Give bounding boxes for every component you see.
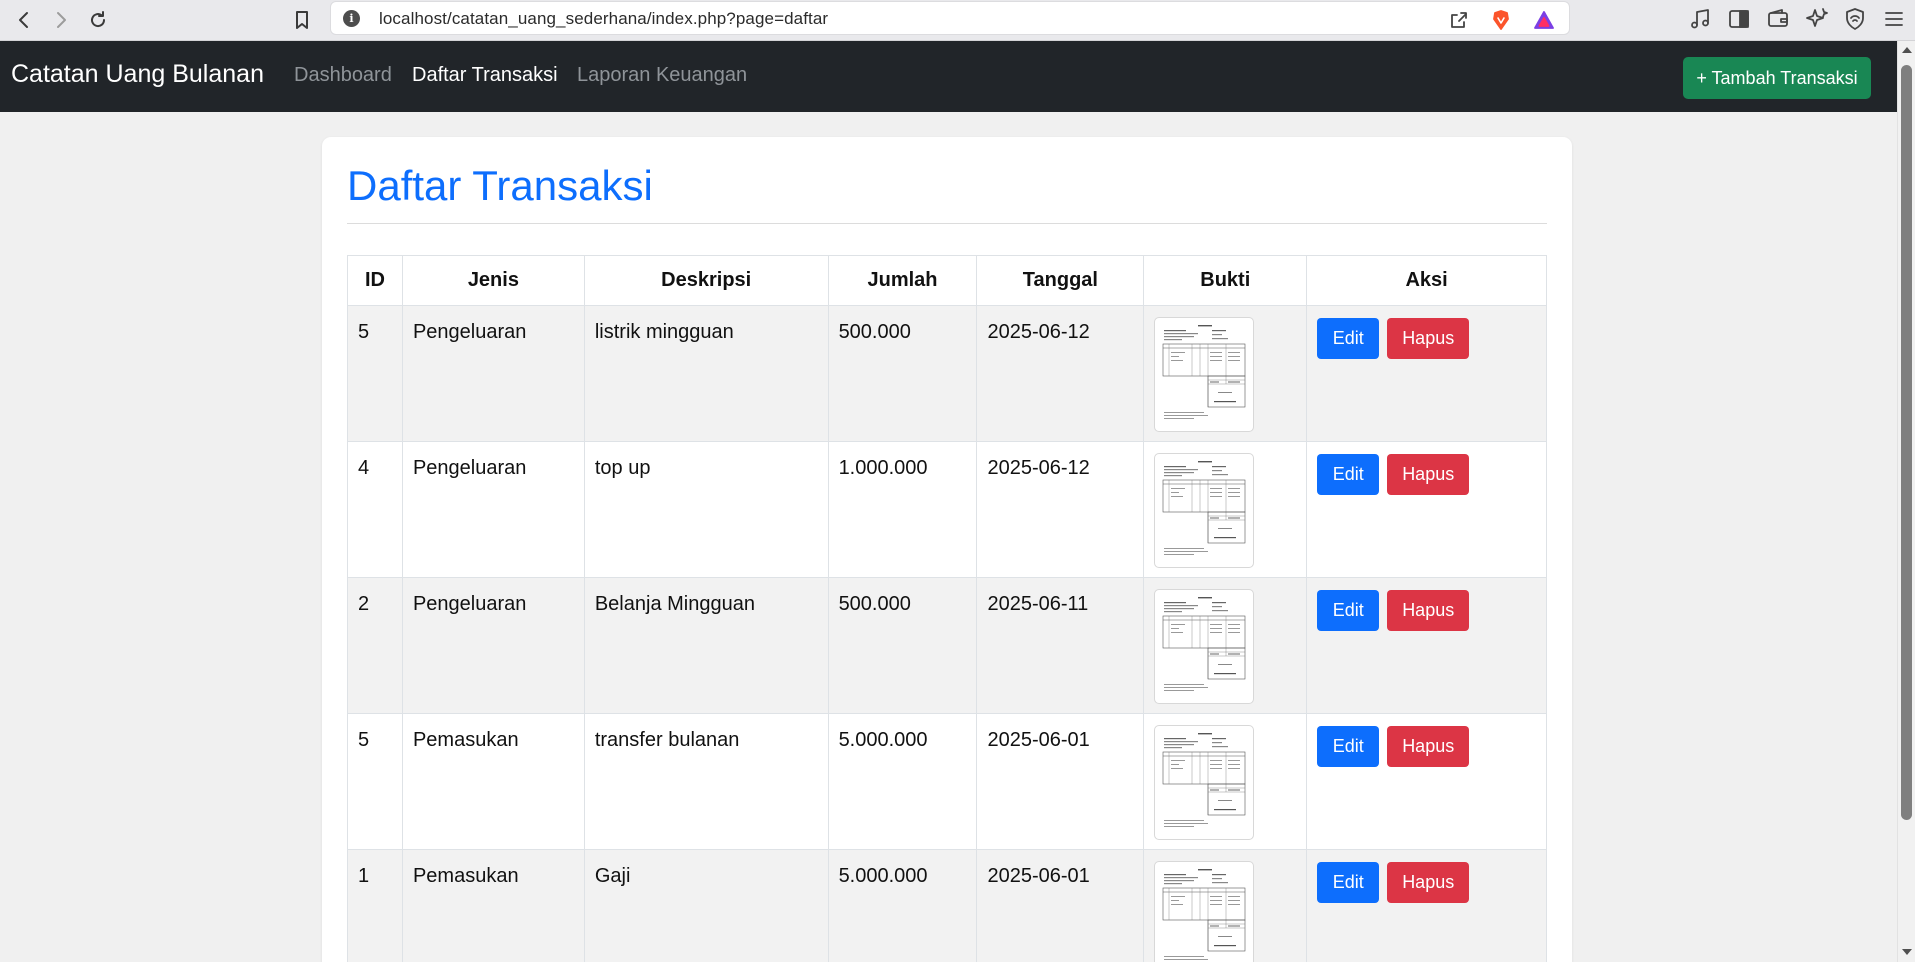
- cell-jumlah: 500.000: [827, 305, 978, 442]
- cell-id: 5: [347, 305, 403, 442]
- reload-icon[interactable]: [84, 6, 112, 34]
- app-brand[interactable]: Catatan Uang Bulanan: [11, 60, 264, 89]
- cell-bukti: [1143, 577, 1308, 714]
- cell-deskripsi: transfer bulanan: [583, 713, 829, 850]
- cell-id: 1: [347, 849, 403, 962]
- cell-jenis: Pengeluaran: [401, 577, 585, 714]
- table-row: 4 Pengeluaran top up 1.000.000 2025-06-1…: [347, 441, 1547, 578]
- browser-toolbar: i localhost/catatan_uang_sederhana/index…: [0, 0, 1915, 41]
- menu-icon[interactable]: [1882, 7, 1906, 31]
- col-header-aksi: Aksi: [1306, 255, 1547, 306]
- cell-deskripsi: listrik mingguan: [583, 305, 829, 442]
- cell-id: 2: [347, 577, 403, 714]
- back-icon[interactable]: [10, 6, 38, 34]
- scroll-down-arrow-icon[interactable]: [1902, 949, 1912, 955]
- delete-button[interactable]: Hapus: [1387, 318, 1470, 359]
- cell-jenis: Pemasukan: [401, 849, 585, 962]
- table-header-row: ID Jenis Deskripsi Jumlah Tanggal Bukti …: [347, 255, 1547, 306]
- wallet-icon[interactable]: [1766, 7, 1790, 31]
- cell-deskripsi: top up: [583, 441, 829, 578]
- cell-bukti: [1143, 713, 1308, 850]
- title-divider: [347, 223, 1547, 224]
- cell-bukti: [1143, 849, 1308, 962]
- receipt-thumbnail[interactable]: [1154, 317, 1255, 432]
- table-row: 5 Pengeluaran listrik mingguan 500.000 2…: [347, 305, 1547, 442]
- brave-shield-icon[interactable]: [1491, 10, 1511, 30]
- cell-jenis: Pengeluaran: [401, 441, 585, 578]
- cell-bukti: [1143, 441, 1308, 578]
- edit-button[interactable]: Edit: [1317, 726, 1380, 767]
- delete-button[interactable]: Hapus: [1387, 590, 1470, 631]
- receipt-thumbnail[interactable]: [1154, 453, 1255, 568]
- delete-button[interactable]: Hapus: [1387, 862, 1470, 903]
- address-bar[interactable]: i localhost/catatan_uang_sederhana/index…: [330, 1, 1570, 35]
- nav-link-dashboard[interactable]: Dashboard: [294, 64, 392, 87]
- cell-tanggal: 2025-06-11: [976, 577, 1145, 714]
- brave-rewards-icon[interactable]: [1534, 10, 1554, 30]
- bookmark-icon[interactable]: [288, 6, 316, 34]
- nav-link-laporan-keuangan[interactable]: Laporan Keuangan: [577, 64, 747, 87]
- cell-aksi: Edit Hapus: [1306, 441, 1547, 578]
- col-header-jumlah: Jumlah: [827, 255, 978, 306]
- cell-jenis: Pengeluaran: [401, 305, 585, 442]
- cell-jumlah: 500.000: [827, 577, 978, 714]
- page-scrollbar[interactable]: [1897, 41, 1915, 962]
- col-header-tanggal: Tanggal: [976, 255, 1145, 306]
- edit-button[interactable]: Edit: [1317, 318, 1380, 359]
- delete-button[interactable]: Hapus: [1387, 726, 1470, 767]
- col-header-id: ID: [347, 255, 403, 306]
- cell-aksi: Edit Hapus: [1306, 713, 1547, 850]
- sidebar-icon[interactable]: [1727, 7, 1751, 31]
- page-title: Daftar Transaksi: [347, 162, 653, 209]
- app-navbar: Catatan Uang Bulanan Dashboard Daftar Tr…: [0, 41, 1897, 112]
- receipt-thumbnail[interactable]: [1154, 861, 1255, 962]
- forward-icon[interactable]: [47, 6, 75, 34]
- delete-button[interactable]: Hapus: [1387, 454, 1470, 495]
- col-header-jenis: Jenis: [401, 255, 585, 306]
- scroll-up-arrow-icon[interactable]: [1902, 47, 1912, 53]
- cell-tanggal: 2025-06-12: [976, 305, 1145, 442]
- cell-bukti: [1143, 305, 1308, 442]
- add-transaction-button[interactable]: + Tambah Transaksi: [1683, 57, 1871, 99]
- leo-ai-icon[interactable]: [1805, 7, 1829, 31]
- col-header-bukti: Bukti: [1143, 255, 1308, 306]
- cell-deskripsi: Belanja Mingguan: [583, 577, 829, 714]
- receipt-image: [1160, 594, 1249, 699]
- table-row: 1 Pemasukan Gaji 5.000.000 2025-06-01 Ed…: [347, 849, 1547, 962]
- cell-id: 5: [347, 713, 403, 850]
- edit-button[interactable]: Edit: [1317, 862, 1380, 903]
- nav-link-daftar-transaksi[interactable]: Daftar Transaksi: [412, 64, 558, 87]
- site-info-icon[interactable]: i: [343, 10, 360, 27]
- cell-aksi: Edit Hapus: [1306, 849, 1547, 962]
- cell-tanggal: 2025-06-01: [976, 849, 1145, 962]
- transaction-card: Daftar Transaksi ID Jenis Deskripsi Juml…: [322, 137, 1572, 962]
- edit-button[interactable]: Edit: [1317, 590, 1380, 631]
- cell-aksi: Edit Hapus: [1306, 305, 1547, 442]
- url-text[interactable]: localhost/catatan_uang_sederhana/index.p…: [379, 9, 828, 29]
- receipt-image: [1160, 730, 1249, 835]
- vpn-icon[interactable]: [1843, 7, 1867, 31]
- cell-jenis: Pemasukan: [401, 713, 585, 850]
- edit-button[interactable]: Edit: [1317, 454, 1380, 495]
- receipt-thumbnail[interactable]: [1154, 725, 1255, 840]
- scroll-thumb[interactable]: [1901, 65, 1912, 820]
- transaction-table: ID Jenis Deskripsi Jumlah Tanggal Bukti …: [347, 255, 1547, 962]
- receipt-image: [1160, 322, 1249, 427]
- table-row: 2 Pengeluaran Belanja Mingguan 500.000 2…: [347, 577, 1547, 714]
- cell-deskripsi: Gaji: [583, 849, 829, 962]
- media-icon[interactable]: [1688, 7, 1712, 31]
- share-icon[interactable]: [1449, 10, 1469, 30]
- receipt-image: [1160, 866, 1249, 962]
- cell-id: 4: [347, 441, 403, 578]
- receipt-image: [1160, 458, 1249, 563]
- cell-jumlah: 1.000.000: [827, 441, 978, 578]
- cell-jumlah: 5.000.000: [827, 849, 978, 962]
- cell-tanggal: 2025-06-01: [976, 713, 1145, 850]
- col-header-deskripsi: Deskripsi: [583, 255, 829, 306]
- table-row: 5 Pemasukan transfer bulanan 5.000.000 2…: [347, 713, 1547, 850]
- cell-tanggal: 2025-06-12: [976, 441, 1145, 578]
- cell-aksi: Edit Hapus: [1306, 577, 1547, 714]
- receipt-thumbnail[interactable]: [1154, 589, 1255, 704]
- cell-jumlah: 5.000.000: [827, 713, 978, 850]
